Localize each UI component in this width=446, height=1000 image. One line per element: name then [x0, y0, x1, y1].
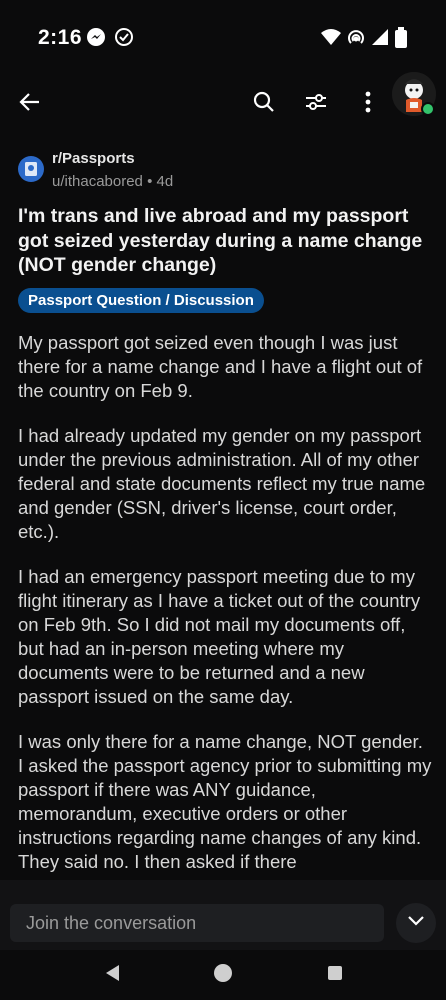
- subreddit-icon[interactable]: [18, 156, 44, 182]
- system-nav-bar: [0, 950, 446, 1000]
- status-bar: 2:16: [0, 0, 446, 72]
- chevron-down-icon: [407, 914, 425, 932]
- filter-icon: [304, 90, 328, 119]
- search-icon: [252, 90, 276, 119]
- filter-button[interactable]: [296, 84, 336, 124]
- post-paragraph: I was only there for a name change, NOT …: [18, 730, 432, 872]
- square-recents-icon: [325, 963, 345, 988]
- search-button[interactable]: [244, 84, 284, 124]
- subreddit-name[interactable]: r/Passports: [52, 150, 135, 167]
- nav-back-button[interactable]: [100, 962, 126, 988]
- signal-icon: [370, 27, 390, 47]
- post-paragraph: My passport got seized even though I was…: [18, 331, 423, 401]
- nav-recents-button[interactable]: [322, 962, 348, 988]
- online-status-dot: [421, 102, 435, 116]
- more-vertical-icon: [365, 91, 371, 118]
- post-body: My passport got seized even though I was…: [18, 331, 432, 874]
- post: r/Passports u/ithacabored • 4d I'm trans…: [18, 146, 432, 895]
- more-options-button[interactable]: [348, 84, 388, 124]
- messenger-icon: [86, 27, 106, 47]
- hotspot-icon: [346, 27, 366, 47]
- expand-comments-button[interactable]: [396, 903, 436, 943]
- back-arrow-icon: [18, 90, 42, 119]
- comment-input[interactable]: Join the conversation: [10, 904, 384, 942]
- nav-home-button[interactable]: [210, 962, 236, 988]
- triangle-back-icon: [103, 963, 123, 988]
- post-author-meta[interactable]: u/ithacabored • 4d: [52, 173, 173, 190]
- post-paragraph: I had an emergency passport meeting due …: [18, 565, 421, 707]
- battery-icon: [394, 27, 414, 48]
- avatar[interactable]: [392, 72, 436, 116]
- wifi-icon: [320, 27, 341, 47]
- top-toolbar: [0, 72, 446, 134]
- post-title: I'm trans and live abroad and my passpor…: [18, 205, 423, 276]
- post-header: r/Passports u/ithacabored • 4d: [18, 146, 432, 194]
- post-paragraph: I had already updated my gender on my pa…: [18, 424, 426, 542]
- circle-home-icon: [212, 962, 234, 989]
- check-circle-icon: [114, 27, 134, 47]
- back-button[interactable]: [10, 84, 50, 124]
- status-time: 2:16: [38, 26, 83, 49]
- post-flair[interactable]: Passport Question / Discussion: [18, 287, 264, 313]
